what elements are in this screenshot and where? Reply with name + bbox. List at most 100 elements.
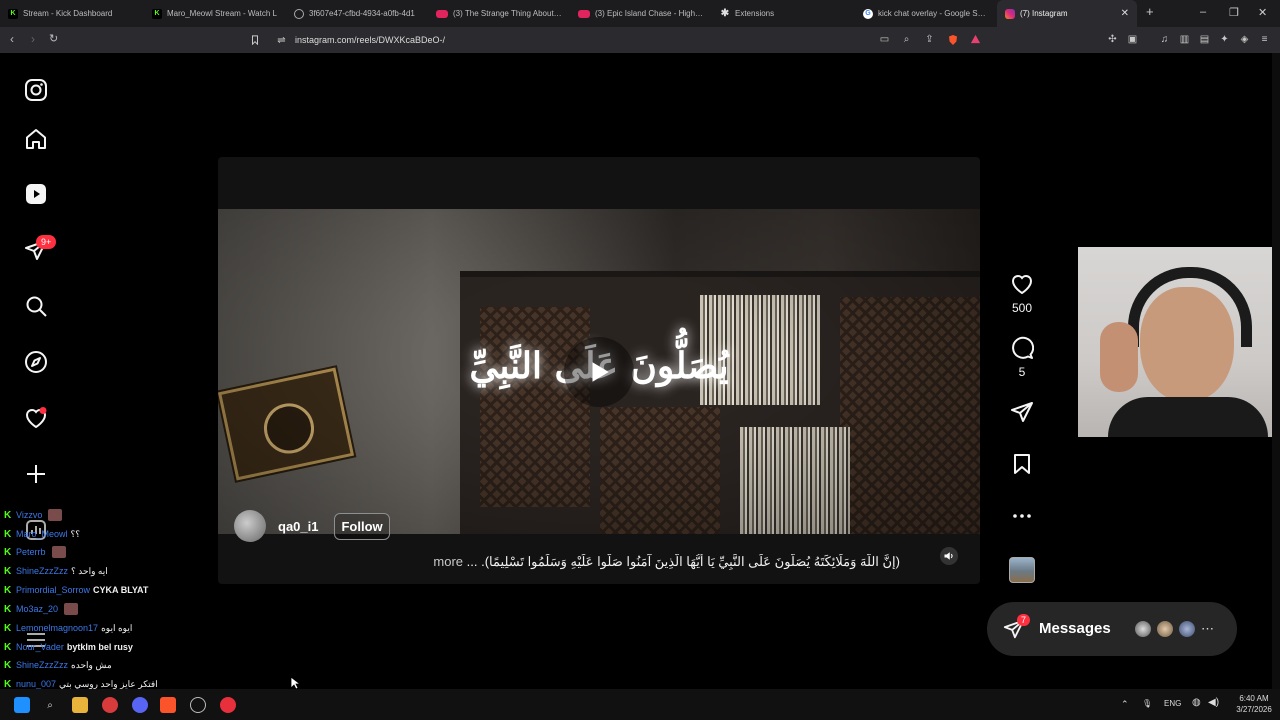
like-heart-icon[interactable] [1010,272,1034,296]
explore-icon[interactable] [24,350,48,374]
reel-caption[interactable]: (إِنَّ اللَّهَ وَمَلَائِكَتَهُ يُصَلُّون… [398,554,900,570]
reel-video[interactable]: يُصَلُّونَ عَلَى النَّبِيِّ [218,209,980,534]
tab-title: 3f607e47-cfbd-4934-a0fb-4d1 [309,9,415,18]
chat-message: K Vizzvo [4,508,63,522]
home-icon[interactable] [24,127,48,151]
more-link[interactable]: more [433,554,463,569]
messages-button[interactable]: 7 Messages ⋯ [987,602,1237,656]
screenshot-icon[interactable]: ▣ [1126,33,1139,46]
brave-rewards-icon[interactable] [969,33,982,46]
chat-message: K ShineZzzZzz ايه واحد ؟ [4,564,108,578]
youtube-icon [436,9,448,18]
reel-container: يُصَلُّونَ عَلَى النَّبِيِّ qa0_i1 Follo… [218,157,980,584]
minimize-icon[interactable]: – [1200,6,1206,18]
reel-author: qa0_i1 Follow [234,510,390,542]
chat-emote [51,546,66,558]
kick-icon: K [4,603,12,615]
zoom-icon[interactable]: ⌕ [900,33,913,46]
tab-maro-stream[interactable]: K Maro_Meowl Stream - Watch L [144,0,286,27]
brave-browser-icon[interactable] [160,697,176,713]
extensions-icon[interactable]: ✣ [1106,33,1119,46]
share-icon[interactable] [1010,400,1034,424]
chat-text: ايوه ايوه [101,622,133,633]
original-audio-thumbnail[interactable] [1009,557,1035,583]
notifications-heart-icon[interactable] [24,406,48,430]
close-window-icon[interactable]: ✕ [1258,6,1267,19]
media-icon[interactable]: ♫ [1158,33,1171,46]
forward-icon[interactable]: › [31,32,35,46]
save-bookmark-icon[interactable] [1010,452,1034,476]
sidebar-icon[interactable]: ▥ [1178,33,1191,46]
app-icon[interactable] [102,697,118,713]
tab-uuid-page[interactable]: 3f607e47-cfbd-4934-a0fb-4d1 [286,0,428,27]
globe-icon [294,8,304,19]
url-text: instagram.com/reels/DWXKcaBDeO-/ [295,35,446,45]
username-link[interactable]: qa0_i1 [278,519,318,534]
chat-text: ؟؟ [70,528,81,539]
cast-icon[interactable]: ▭ [878,33,891,46]
kick-icon: K [4,546,12,558]
tab-instagram[interactable]: (7) Instagram ✕ [997,0,1137,27]
microphone-icon[interactable]: 🎙︎ [1142,699,1152,708]
tab-youtube-island-chase[interactable]: (3) Epic Island Chase - High-Sp [570,0,712,27]
instagram-logo-icon[interactable] [24,78,48,102]
avatar[interactable] [234,510,266,542]
chat-username: Primordial_Sorrow [16,585,91,595]
vpn-icon[interactable]: ◈ [1238,33,1251,46]
maximize-icon[interactable]: ❐ [1229,6,1239,19]
brave-shield-icon[interactable] [946,33,959,46]
caption-text: (إِنَّ اللَّهَ وَمَلَائِكَتَهُ يُصَلُّون… [466,554,900,569]
search-icon[interactable]: ⌕ [42,697,58,713]
volume-icon[interactable]: ◀︎) [1208,697,1219,708]
comment-icon[interactable] [1010,336,1034,360]
language-indicator[interactable]: ENG [1164,699,1181,708]
chevron-up-icon[interactable]: ⌃ [1121,699,1129,710]
chat-emote [48,509,63,521]
new-tab-icon[interactable]: + [1146,4,1154,19]
kick-icon: K [4,509,12,521]
instagram-icon [1005,8,1015,19]
mouse-cursor-icon [290,676,300,690]
file-explorer-icon[interactable] [72,697,88,713]
kick-icon: K [4,641,12,653]
clock-date: 3/27/2026 [1236,705,1272,714]
discord-icon[interactable] [132,697,148,713]
recording-app-icon[interactable] [220,697,236,713]
kick-icon: K [4,659,12,671]
kick-icon: K [4,565,12,577]
kick-icon: K [4,584,12,596]
chat-username: Maro_Meowl [16,529,68,539]
windows-start-icon[interactable] [14,697,30,713]
chat-message: K Mo3az_20 [4,602,79,616]
tab-title: Extensions [735,9,775,18]
search-icon[interactable] [24,294,48,318]
obs-icon[interactable] [190,697,206,713]
page-scrollbar[interactable] [1272,53,1280,689]
reels-icon[interactable] [24,182,48,206]
close-tab-icon[interactable]: ✕ [1113,8,1129,19]
play-button[interactable] [564,337,634,407]
more-options-icon[interactable] [1010,504,1034,528]
tab-extensions[interactable]: ✱ Extensions [712,0,855,27]
tab-youtube-strange-thing[interactable]: (3) The Strange Thing About Th [428,0,570,27]
back-icon[interactable]: ‹ [10,32,14,46]
network-icon[interactable]: ◍ [1192,697,1201,708]
follow-button[interactable]: Follow [334,512,390,540]
site-settings-icon[interactable]: ⇌ [275,34,288,47]
tab-google-search[interactable]: G kick chat overlay - Google Sear [855,0,997,27]
volume-icon[interactable] [940,547,958,565]
create-plus-icon[interactable] [24,462,48,486]
avatar [1177,619,1197,639]
chat-username: ShineZzzZzz [16,660,69,670]
chat-username: nunu_007 [16,679,57,689]
browser-toolbar: ‹ › ↻ ⇌ instagram.com/reels/DWXKcaBDeO-/… [0,27,1280,53]
share-icon[interactable]: ⇪ [923,33,936,46]
tab-kick-dashboard[interactable]: K Stream - Kick Dashboard [0,0,144,27]
wallet-icon[interactable]: ▤ [1198,33,1211,46]
system-clock[interactable]: 6:40 AM 3/27/2026 [1232,693,1276,715]
messages-badge: 9+ [36,235,57,249]
chat-username: Vizzvo [16,510,43,520]
menu-icon[interactable]: ≡ [1258,33,1271,46]
reload-icon[interactable]: ↻ [49,32,58,45]
leo-ai-icon[interactable]: ✦ [1218,33,1231,46]
